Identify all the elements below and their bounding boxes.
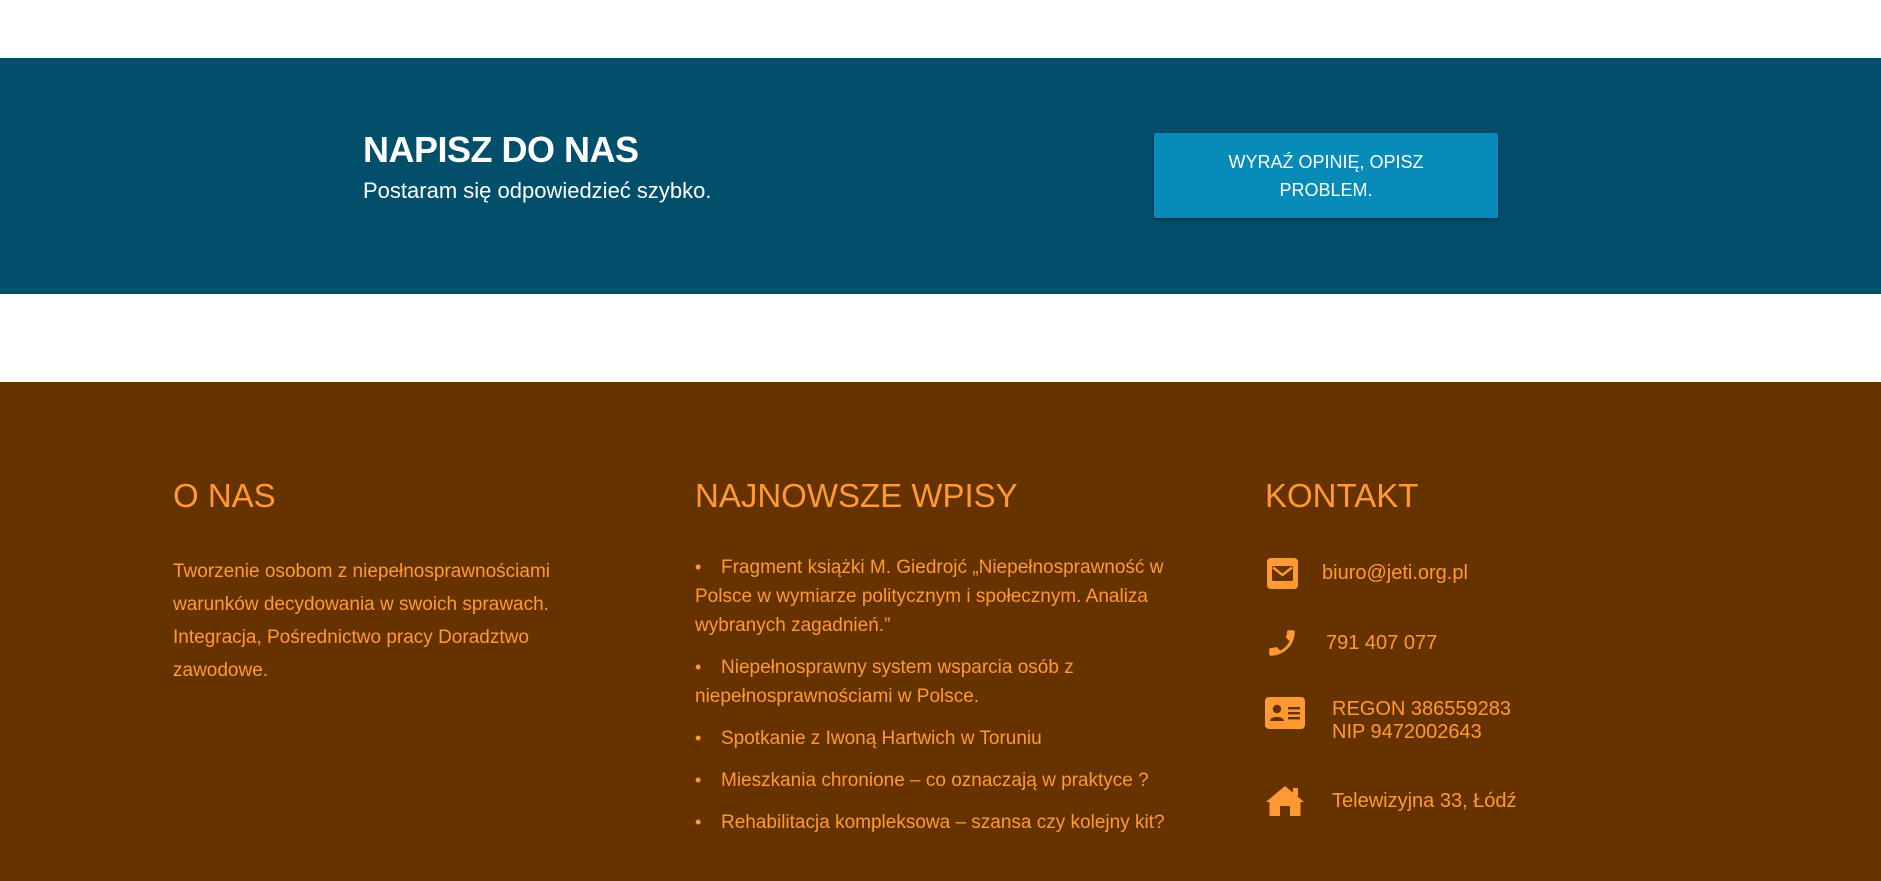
post-link[interactable]: Fragment książki M. Giedrojć „Niepełnosp…: [695, 557, 1163, 636]
about-title: O NAS: [173, 477, 276, 514]
contact-phone[interactable]: 791 407 077: [1326, 632, 1437, 655]
post-link[interactable]: Spotkanie z Iwoną Hartwich w Toruniu: [721, 728, 1042, 749]
envelope-icon: [1265, 556, 1299, 590]
bullet-icon: •: [695, 657, 702, 677]
cta-subtitle: Postaram się odpowiedzieć szybko.: [363, 178, 712, 203]
contact-company-ids: REGON 386559283 NIP 9472002643: [1332, 698, 1511, 744]
list-item: • Spotkanie z Iwoną Hartwich w Toruniu: [695, 724, 1170, 753]
about-text: Tworzenie osobom z niepełnosprawnościami…: [173, 561, 551, 681]
list-item: • Fragment książki M. Giedrojć „Niepełnos…: [695, 553, 1170, 640]
bullet-icon: •: [695, 557, 702, 577]
contact-cta-banner: [0, 58, 1881, 294]
list-item: • Mieszkania chronione – co oznaczają w p…: [695, 766, 1170, 795]
contact-phone-row: 791 407 077: [1265, 626, 1437, 660]
phone-icon: [1265, 626, 1299, 660]
feedback-button[interactable]: WYRAŹ OPINIĘ, OPISZ PROBLEM.: [1154, 133, 1498, 218]
contact-email-row: biuro@jeti.org.pl: [1265, 556, 1468, 590]
section-spacer: [0, 294, 1881, 382]
post-link[interactable]: Mieszkania chronione – co oznaczają w pr…: [721, 770, 1149, 791]
contact-address: Telewizyjna 33, Łódź: [1332, 789, 1517, 812]
cta-title: NAPISZ DO NAS: [363, 129, 639, 170]
home-icon: [1265, 784, 1305, 818]
bullet-icon: •: [695, 770, 702, 790]
list-item: • Rehabilitacja kompleksowa – szansa czy …: [695, 808, 1170, 837]
bullet-icon: •: [695, 728, 702, 748]
post-link[interactable]: Rehabilitacja kompleksowa – szansa czy k…: [721, 812, 1165, 833]
contact-email[interactable]: biuro@jeti.org.pl: [1322, 562, 1468, 585]
bullet-icon: •: [695, 812, 702, 832]
top-spacer: [0, 0, 1881, 58]
contact-nip: NIP 9472002643: [1332, 721, 1482, 743]
contact-company-row: REGON 386559283 NIP 9472002643: [1265, 696, 1511, 744]
contact-regon: REGON 386559283: [1332, 698, 1512, 720]
contact-title: KONTAKT: [1265, 477, 1419, 514]
contact-address-row: Telewizyjna 33, Łódź: [1265, 784, 1517, 818]
post-link[interactable]: Niepełnosprawny system wsparcia osób z n…: [695, 657, 1074, 707]
id-card-icon: [1265, 696, 1305, 730]
list-item: • Niepełnosprawny system wsparcia osób z …: [695, 653, 1170, 711]
recent-posts-title: NAJNOWSZE WPISY: [695, 477, 1018, 514]
recent-posts-list: • Fragment książki M. Giedrojć „Niepełnos…: [695, 553, 1170, 850]
